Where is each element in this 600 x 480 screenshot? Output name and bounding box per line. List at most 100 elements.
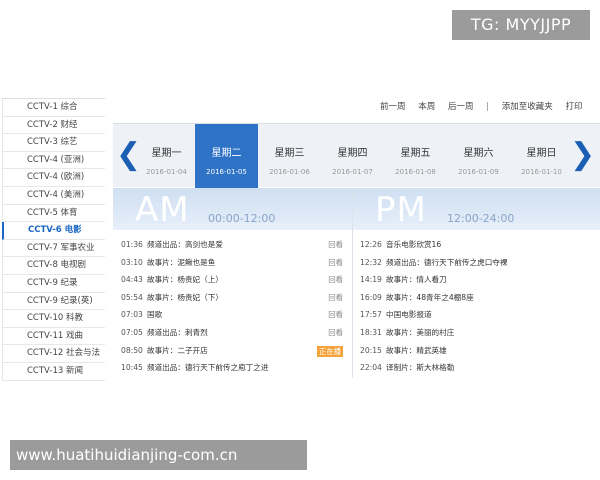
day-tab[interactable]: 星期日 2016-01-10: [510, 124, 573, 188]
channel-sidebar: CCTV-1 综合 CCTV-2 财经 CCTV-3 综艺 CCTV-4 (亚洲) CC…: [2, 98, 105, 381]
pm-program-list: 12:26 音乐电影欣赏16 12:32 频道出品：德行天下前传之虎口夺裸 14:19 故…: [360, 236, 590, 377]
am-pm-header: AM 00:00-12:00 PM 12:00-24:00: [113, 188, 600, 230]
program-row: 01:36 频道出品：高剑也是爱 回看: [121, 236, 343, 254]
watermark-top: TG: MYYJJPP: [452, 10, 590, 40]
program-title: 频道出品：刺青烈: [147, 327, 208, 337]
program-time: 17:57: [360, 310, 382, 320]
program-row: 18:31 故事片：美丽的村庄: [360, 324, 590, 342]
sidebar-item-channel[interactable]: CCTV-9 纪录(英): [2, 292, 105, 311]
day-name: 星期三: [274, 148, 305, 159]
program-title: 故事片：精武英雄: [386, 345, 447, 355]
program-time: 03:10: [121, 257, 143, 267]
sidebar-item-channel[interactable]: CCTV-4 (美洲): [2, 186, 105, 205]
day-tab[interactable]: 星期二 2016-01-05: [195, 124, 258, 188]
pm-time-range: 12:00-24:00: [447, 212, 515, 225]
program-title: 音乐电影欣赏16: [386, 240, 442, 249]
sidebar-item-channel[interactable]: CCTV-12 社会与法: [2, 345, 105, 363]
replay-link[interactable]: 回看: [328, 254, 343, 272]
day-tab[interactable]: 星期四 2016-01-07: [321, 124, 384, 188]
day-name: 星期二: [211, 148, 242, 159]
am-program-list: 01:36 频道出品：高剑也是爱 回看 03:10 故事片：泥鳅也是鱼 回看 04:43 故事…: [121, 236, 343, 377]
replay-link[interactable]: 回看: [328, 236, 343, 254]
this-week-link[interactable]: 本周: [418, 100, 435, 112]
program-time: 22:04: [360, 363, 382, 373]
program-time: 04:43: [121, 275, 143, 285]
program-title: 故事片：泥鳅也是鱼: [147, 257, 216, 267]
watermark-bottom: www.huatihuidianjing-com.cn: [10, 440, 307, 470]
program-time: 01:36: [121, 240, 143, 249]
program-row: 10:45 频道出品：德行天下前传之庖丁之进: [121, 359, 343, 377]
day-name: 星期日: [526, 148, 557, 159]
program-time: 20:15: [360, 345, 382, 355]
program-row: 12:32 频道出品：德行天下前传之虎口夺裸: [360, 254, 590, 272]
day-tab[interactable]: 星期一 2016-01-04: [135, 124, 198, 188]
program-time: 12:26: [360, 240, 382, 249]
replay-link[interactable]: 回看: [328, 271, 343, 289]
day-tab[interactable]: 星期五 2016-01-08: [384, 124, 447, 188]
day-date: 2016-01-05: [206, 168, 247, 176]
program-row: 05:54 故事片：杨贵妃（下） 回看: [121, 289, 343, 307]
sidebar-item-channel[interactable]: CCTV-7 军事农业: [2, 239, 105, 258]
prev-week-arrow-icon[interactable]: ❮: [116, 138, 141, 174]
link-separator: |: [486, 102, 490, 112]
sidebar-item-channel[interactable]: CCTV-4 (欧洲): [2, 169, 105, 187]
program-row: 12:26 音乐电影欣赏16: [360, 236, 590, 254]
program-row: 07:03 国歌 回看: [121, 306, 343, 324]
day-date: 2016-01-04: [146, 168, 187, 176]
program-row: 17:57 中国电影报道: [360, 306, 590, 324]
sidebar-item-channel[interactable]: CCTV-10 科教: [2, 310, 105, 328]
print-link[interactable]: 打印: [565, 100, 582, 112]
program-time: 14:19: [360, 275, 382, 285]
next-week-link[interactable]: 后一周: [448, 100, 474, 112]
program-title: 中国电影报道: [386, 310, 432, 320]
sidebar-item-channel[interactable]: CCTV-2 财经: [2, 116, 105, 135]
sidebar-item-channel[interactable]: CCTV-5 体育: [2, 204, 105, 223]
program-row: 22:04 译制片：斯大林格勒: [360, 359, 590, 377]
pm-label: PM: [375, 190, 427, 230]
sidebar-item-channel[interactable]: CCTV-9 纪录: [2, 274, 105, 293]
am-label: AM: [135, 190, 190, 230]
program-row: 14:19 故事片：情人看刀: [360, 271, 590, 289]
program-title: 故事片：美丽的村庄: [386, 327, 455, 337]
sidebar-item-channel[interactable]: CCTV-11 戏曲: [2, 327, 105, 346]
program-title: 故事片：杨贵妃（下）: [147, 292, 223, 302]
program-title: 频道出品：高剑也是爱: [147, 240, 223, 249]
program-time: 07:03: [121, 310, 143, 320]
day-date: 2016-01-08: [395, 168, 436, 176]
program-row: 20:15 故事片：精武英雄: [360, 342, 590, 360]
program-row: 16:09 故事片：48青年之4棚8座: [360, 289, 590, 307]
program-time: 07:05: [121, 327, 143, 337]
sidebar-item-channel[interactable]: CCTV-8 电视剧: [2, 257, 105, 275]
day-tab[interactable]: 星期三 2016-01-06: [258, 124, 321, 188]
sidebar-item-channel[interactable]: CCTV-3 综艺: [2, 134, 105, 152]
program-time: 10:45: [121, 363, 143, 373]
day-date: 2016-01-10: [521, 168, 562, 176]
sidebar-item-channel[interactable]: CCTV-1 综合: [2, 99, 105, 117]
program-time: 05:54: [121, 292, 143, 302]
program-time: 08:50: [121, 345, 143, 355]
program-title: 故事片：二子开店: [147, 345, 208, 355]
replay-link[interactable]: 回看: [328, 324, 343, 342]
program-row: 04:43 故事片：杨贵妃（上） 回看: [121, 271, 343, 289]
sidebar-item-channel[interactable]: CCTV-13 新闻: [2, 362, 105, 381]
program-row: 08:50 故事片：二子开店 正在播: [121, 342, 343, 360]
day-name: 星期一: [151, 148, 182, 159]
program-time: 12:32: [360, 257, 382, 267]
program-title: 故事片：情人看刀: [386, 275, 447, 285]
add-favorite-link[interactable]: 添加至收藏夹: [502, 100, 553, 112]
prev-week-link[interactable]: 前一周: [380, 100, 406, 112]
day-date: 2016-01-07: [332, 168, 373, 176]
replay-link[interactable]: 回看: [328, 289, 343, 307]
replay-link[interactable]: 回看: [328, 306, 343, 324]
day-tab[interactable]: 星期六 2016-01-09: [447, 124, 510, 188]
program-time: 18:31: [360, 327, 382, 337]
day-name: 星期四: [337, 148, 368, 159]
now-playing-badge[interactable]: 正在播: [316, 345, 343, 357]
sidebar-item-channel[interactable]: CCTV-4 (亚洲): [2, 151, 105, 170]
program-title: 译制片：斯大林格勒: [386, 363, 455, 373]
day-date: 2016-01-09: [458, 168, 499, 176]
program-time: 16:09: [360, 292, 382, 302]
program-title: 故事片：杨贵妃（上）: [147, 275, 223, 285]
program-row: 07:05 频道出品：刺青烈 回看: [121, 324, 343, 342]
sidebar-item-channel[interactable]: CCTV-6 电影: [2, 222, 105, 240]
